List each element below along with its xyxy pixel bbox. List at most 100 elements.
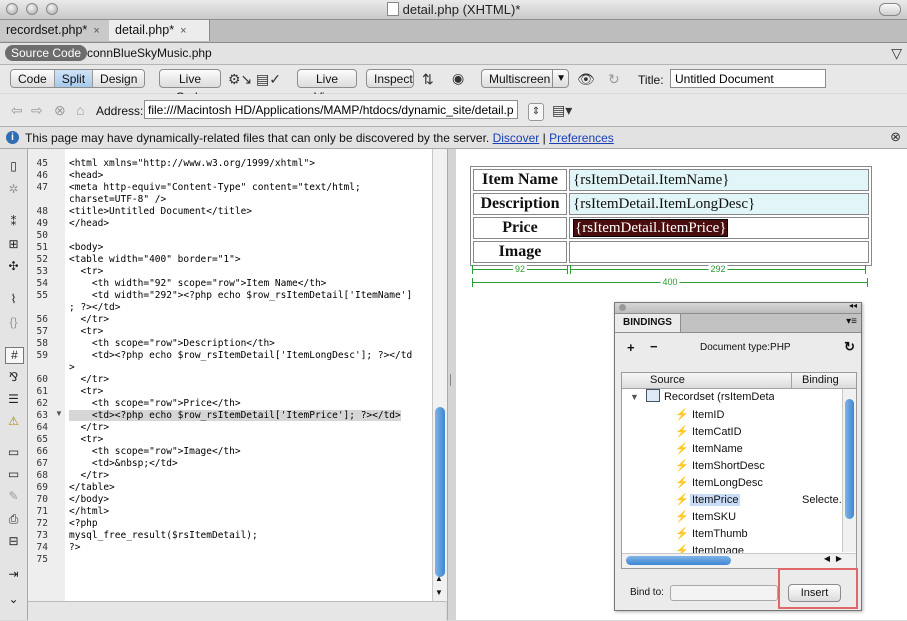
tree-hscroll-thumb[interactable] [626, 556, 731, 565]
wrap-tag-icon[interactable]: ✎ [5, 489, 22, 504]
row-header[interactable]: Price [473, 217, 567, 239]
binding-field-itemlongdesc[interactable]: ⚡ ItemLongDesc [674, 475, 765, 492]
code-scroll-thumb[interactable] [435, 407, 445, 577]
panel-menu-icon[interactable]: ▾≡ [846, 316, 857, 327]
code-line[interactable]: <tr> [69, 326, 103, 337]
close-tab-icon[interactable]: × [180, 25, 186, 37]
format-source-icon[interactable]: ⌄ [5, 592, 22, 607]
toolbar-toggle-button[interactable] [879, 3, 901, 16]
code-line[interactable]: <tr> [69, 266, 103, 277]
code-line[interactable]: </tr> [69, 314, 109, 325]
tab-bindings[interactable]: BINDINGS [615, 314, 681, 332]
live-view-button[interactable]: Live View [297, 69, 357, 104]
code-line[interactable]: ?> [69, 542, 80, 553]
code-line[interactable]: <td>&nbsp;</td> [69, 458, 178, 469]
highlight-invalid-code-icon[interactable]: ⅋ [5, 370, 22, 385]
tree-horizontal-scrollbar[interactable]: ◀ ▶ [622, 553, 856, 568]
line-numbers-icon[interactable]: # [5, 347, 24, 364]
code-line[interactable]: </tr> [69, 374, 109, 385]
code-line[interactable]: <title>Untitled Document</title> [69, 206, 252, 217]
back-arrow-icon[interactable]: ⇦ [11, 102, 23, 118]
code-line[interactable]: <td><?php echo $row_rsItemDetail['ItemPr… [69, 410, 401, 421]
recordset-node[interactable]: ▼ Recordset (rsItemDetail) [630, 389, 774, 406]
add-binding-button[interactable]: + [627, 340, 635, 355]
visual-aids-icon[interactable]: 👁 [577, 71, 595, 87]
binding-field-itemthumb[interactable]: ⚡ ItemThumb [674, 526, 750, 543]
refresh-icon[interactable]: ↻ [844, 339, 855, 355]
stop-icon[interactable]: ⊗ [54, 102, 66, 118]
code-view-button[interactable]: Code [11, 70, 55, 87]
source-code-button[interactable]: Source Code [5, 45, 88, 61]
scroll-down-arrow-icon[interactable]: ▼ [435, 588, 443, 597]
code-line[interactable]: <tr> [69, 386, 103, 397]
price-cell[interactable]: {rsItemDetail.ItemPrice} [569, 217, 869, 239]
row-header[interactable]: Image [473, 241, 567, 263]
code-line[interactable]: <html xmlns="http://www.w3.org/1999/xhtm… [69, 158, 315, 169]
code-line[interactable]: <meta http-equiv="Content-Type" content=… [69, 182, 361, 193]
browser-check-icon[interactable]: ⚙↘ [228, 71, 252, 87]
collapse-panel-icon[interactable]: ◂◂ [849, 301, 857, 310]
code-line[interactable]: <th scope="row">Description</th> [69, 338, 275, 349]
close-panel-button[interactable] [619, 304, 626, 311]
syntax-error-alerts-icon[interactable]: ⚠ [5, 414, 22, 429]
tab-detail[interactable]: detail.php* × [109, 20, 210, 41]
remove-binding-button[interactable]: − [650, 339, 658, 354]
expand-all-icon[interactable]: ✣ [5, 259, 22, 274]
panel-titlebar[interactable]: ◂◂ [615, 301, 861, 314]
binding-field-itemid[interactable]: ⚡ ItemID [674, 407, 726, 424]
code-line[interactable]: ; ?></td> [69, 302, 120, 313]
move-css-icon[interactable]: ⊟ [5, 534, 22, 549]
refresh-icon[interactable]: ↻ [608, 71, 620, 87]
code-line[interactable]: charset=UTF-8" /> [69, 194, 166, 205]
code-line[interactable]: <body> [69, 242, 103, 253]
filter-icon[interactable]: ▽ [891, 45, 902, 61]
binding-column-header[interactable]: Binding [802, 374, 839, 386]
file-management-icon[interactable]: ⇅ [422, 71, 434, 87]
column-width-indicator[interactable]: 292 [570, 264, 866, 274]
title-input[interactable] [670, 69, 826, 88]
binding-field-itemcatid[interactable]: ⚡ ItemCatID [674, 424, 744, 441]
code-line[interactable]: > [69, 362, 75, 373]
code-line[interactable]: </table> [69, 482, 115, 493]
source-column-header[interactable]: Source [650, 374, 685, 386]
collapse-selection-icon[interactable]: ⊞ [5, 237, 22, 252]
code-line[interactable]: </head> [69, 218, 109, 229]
scroll-right-arrow-icon[interactable]: ▶ [836, 554, 842, 563]
binding-field-itemshortdesc[interactable]: ⚡ ItemShortDesc [674, 458, 767, 475]
image-cell[interactable] [569, 241, 869, 263]
row-header[interactable]: Description [473, 193, 567, 215]
binding-field-itemprice[interactable]: ⚡ ItemPrice [674, 492, 741, 509]
remove-comment-icon[interactable]: ▭ [5, 467, 22, 482]
multiscreen-button[interactable]: Multiscreen ▼ [481, 69, 569, 88]
code-line[interactable]: <tr> [69, 434, 103, 445]
code-line[interactable]: <td><?php echo $row_rsItemDetail['ItemLo… [69, 350, 412, 361]
dynamic-text-itemname[interactable]: {rsItemDetail.ItemName} [569, 169, 869, 191]
home-icon[interactable]: ⌂ [76, 102, 84, 118]
discover-link[interactable]: Discover [493, 131, 540, 145]
detail-table[interactable]: Item Name {rsItemDetail.ItemName} Descri… [470, 166, 872, 266]
code-line[interactable]: </tr> [69, 422, 109, 433]
show-code-navigator-icon[interactable]: ✲ [5, 182, 22, 197]
dynamic-text-itemlongdesc[interactable]: {rsItemDetail.ItemLongDesc} [569, 193, 869, 215]
code-line[interactable]: <th width="92" scope="row">Item Name</th… [69, 278, 327, 289]
expand-triangle-icon[interactable]: ▼ [630, 392, 639, 402]
preferences-link[interactable]: Preferences [549, 131, 614, 145]
code-line[interactable]: <th scope="row">Price</th> [69, 398, 241, 409]
close-icon[interactable]: ⊗ [890, 129, 901, 145]
tree-vertical-scrollbar[interactable] [842, 389, 856, 552]
dynamic-text-itemprice[interactable]: {rsItemDetail.ItemPrice} [573, 218, 729, 237]
binding-field-itemsku[interactable]: ⚡ ItemSKU [674, 509, 738, 526]
indent-code-icon[interactable]: ⇥ [5, 567, 22, 582]
scroll-left-arrow-icon[interactable]: ◀ [824, 554, 830, 563]
code-scrollbar[interactable]: ▲ ▼ [432, 149, 447, 601]
live-view-options-icon[interactable]: ▤▾ [552, 102, 572, 118]
code-line[interactable]: <?php [69, 518, 98, 529]
code-line[interactable]: </tr> [69, 470, 109, 481]
inspect-button[interactable]: Inspect [366, 69, 414, 88]
validate-markup-icon[interactable]: ▤✓ [256, 71, 281, 87]
binding-field-itemname[interactable]: ⚡ ItemName [674, 441, 745, 458]
fold-triangle-icon[interactable]: ▼ [55, 409, 63, 418]
code-line[interactable]: </body> [69, 494, 109, 505]
recent-snippets-icon[interactable]: ⎙ [5, 512, 22, 527]
design-view-button[interactable]: Design [93, 70, 145, 87]
